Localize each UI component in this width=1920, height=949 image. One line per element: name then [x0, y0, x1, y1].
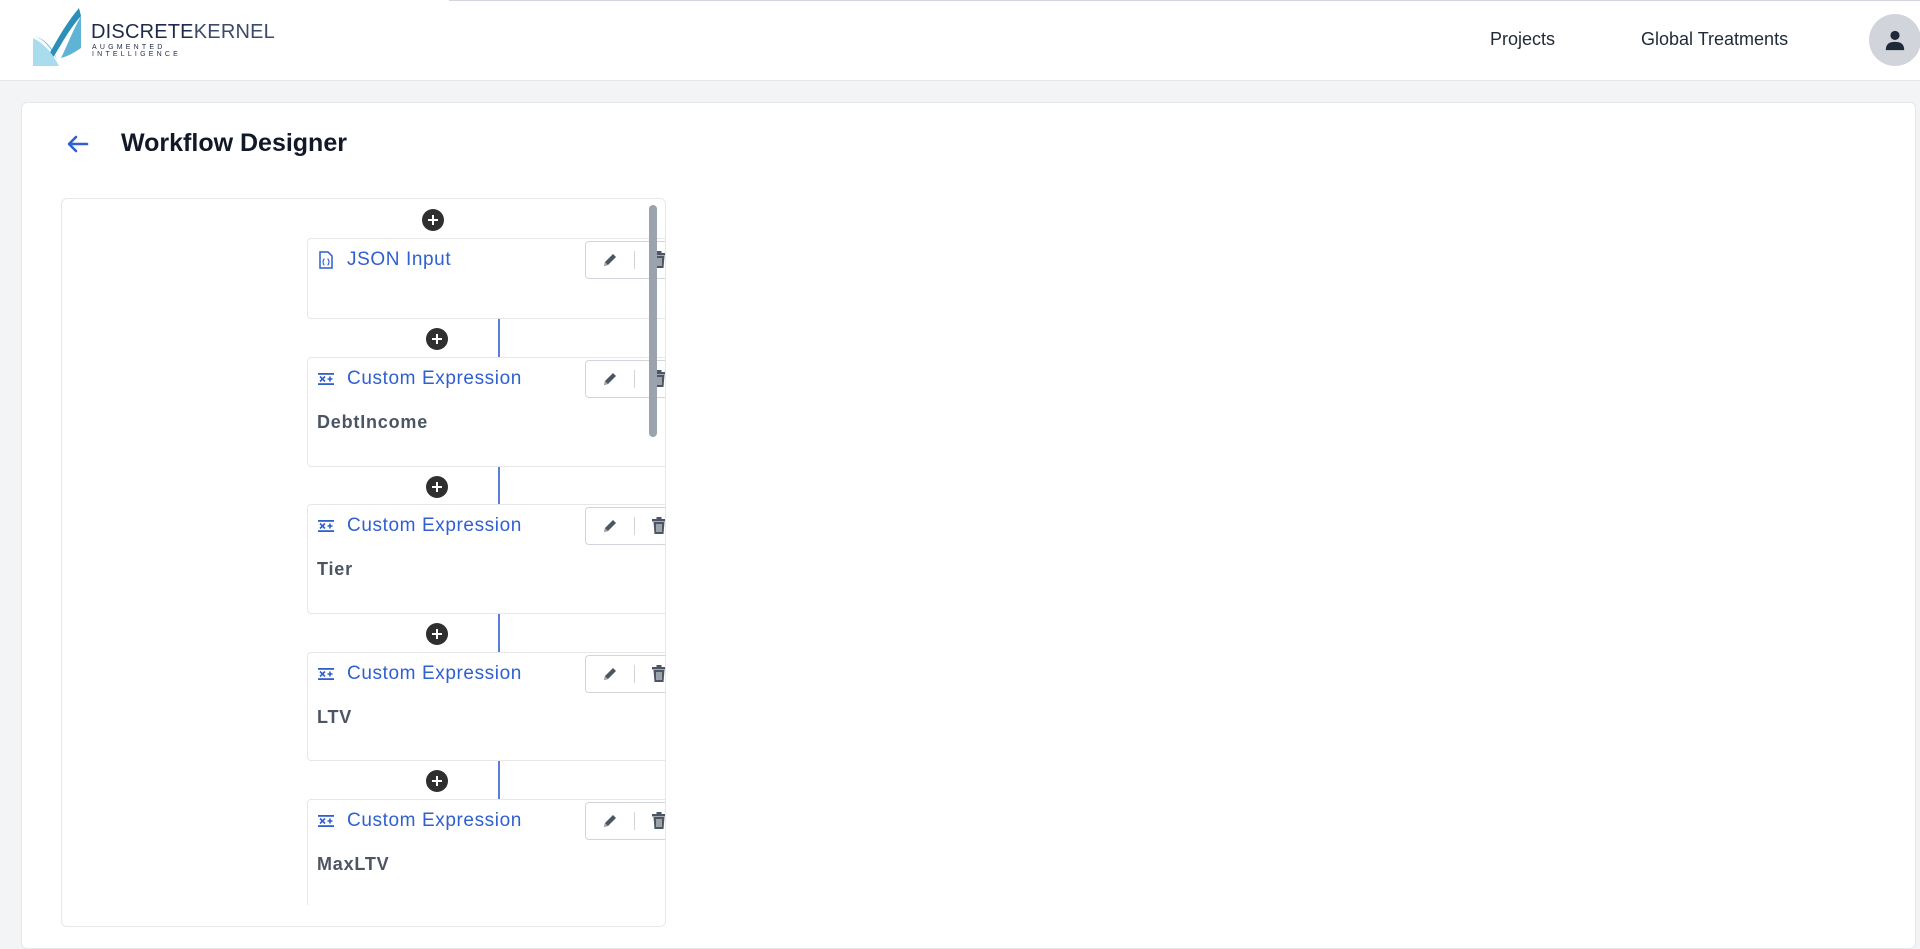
brand-name: DISCRETEKERNEL: [91, 21, 275, 43]
logo-mark-icon: [33, 8, 81, 66]
nav-projects-link[interactable]: Projects: [1490, 29, 1555, 50]
node-type-label[interactable]: Custom Expression: [347, 368, 522, 390]
pencil-icon: [604, 668, 616, 680]
workflow-canvas[interactable]: JSON Input Custom Expression DebtIncome …: [61, 198, 666, 927]
add-step-button[interactable]: [426, 623, 448, 645]
node-name: Tier: [317, 559, 353, 579]
node-name: MaxLTV: [317, 854, 390, 874]
workflow-node-tier[interactable]: Custom Expression Tier: [307, 504, 665, 614]
connector-line: [498, 319, 500, 357]
workflow-node-ltv[interactable]: Custom Expression LTV: [307, 652, 665, 761]
pencil-icon: [604, 373, 616, 385]
expression-icon: [317, 665, 335, 683]
expression-icon: [317, 812, 335, 830]
node-actions: [585, 802, 665, 840]
nav-global-treatments-link[interactable]: Global Treatments: [1641, 29, 1788, 50]
expression-icon: [317, 370, 335, 388]
canvas-scrollbar[interactable]: [649, 205, 657, 437]
pencil-icon: [604, 520, 616, 532]
pencil-icon: [604, 815, 616, 827]
trash-icon: [652, 665, 665, 682]
pencil-icon: [604, 254, 616, 266]
node-name: LTV: [317, 707, 353, 727]
connector-line: [498, 761, 500, 799]
page-title: Workflow Designer: [121, 129, 347, 157]
plus-icon: [432, 482, 442, 492]
workflow-node-debtincome[interactable]: Custom Expression DebtIncome: [307, 357, 665, 467]
arrow-left-icon: [67, 135, 89, 153]
node-name: DebtIncome: [317, 412, 429, 432]
plus-icon: [432, 776, 442, 786]
node-type-label[interactable]: Custom Expression: [347, 515, 522, 537]
node-actions: [585, 655, 665, 693]
connector-line: [498, 614, 500, 652]
add-step-button[interactable]: [426, 328, 448, 350]
delete-node-button[interactable]: [635, 508, 665, 544]
brand-tagline: AUGMENTED INTELLIGENCE: [92, 44, 181, 58]
edit-node-button[interactable]: [586, 242, 634, 278]
expression-icon: [317, 517, 335, 535]
discretekernel-logo[interactable]: DISCRETEKERNEL AUGMENTED INTELLIGENCE: [31, 8, 275, 68]
node-type-label[interactable]: Custom Expression: [347, 810, 522, 832]
plus-icon: [432, 629, 442, 639]
plus-icon: [428, 215, 438, 225]
back-button[interactable]: [64, 130, 92, 158]
user-avatar-button[interactable]: [1869, 14, 1920, 66]
edit-node-button[interactable]: [586, 803, 634, 839]
canvas-bottom-padding: [62, 905, 665, 926]
add-step-button[interactable]: [426, 476, 448, 498]
workflow-node-json-input[interactable]: JSON Input: [307, 238, 665, 319]
edit-node-button[interactable]: [586, 508, 634, 544]
plus-icon: [432, 334, 442, 344]
user-icon: [1885, 30, 1905, 51]
node-type-label[interactable]: JSON Input: [347, 249, 451, 271]
node-type-label[interactable]: Custom Expression: [347, 663, 522, 685]
edit-node-button[interactable]: [586, 656, 634, 692]
connector-line: [498, 467, 500, 505]
node-actions: [585, 507, 665, 545]
delete-node-button[interactable]: [635, 803, 665, 839]
header-divider: [449, 0, 1920, 1]
add-step-button[interactable]: [422, 209, 444, 231]
add-step-button[interactable]: [426, 770, 448, 792]
top-navigation-bar: DISCRETEKERNEL AUGMENTED INTELLIGENCE Pr…: [0, 0, 1920, 81]
json-file-icon: [317, 251, 335, 269]
delete-node-button[interactable]: [635, 656, 665, 692]
trash-icon: [652, 812, 665, 829]
trash-icon: [652, 517, 665, 534]
edit-node-button[interactable]: [586, 361, 634, 397]
